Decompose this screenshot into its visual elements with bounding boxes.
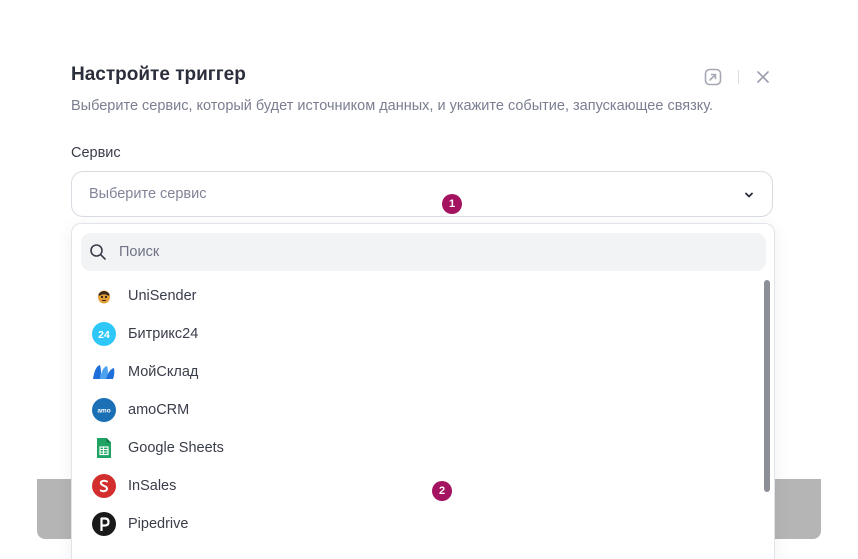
service-dropdown: UniSender 24 Битрикс24: [71, 223, 775, 559]
list-item-label: Битрикс24: [128, 326, 199, 342]
svg-text:amo: amo: [97, 408, 110, 415]
list-item-insales[interactable]: InSales: [72, 467, 762, 505]
amocrm-logo-icon: amo: [92, 398, 116, 422]
svg-text:24: 24: [98, 329, 110, 341]
search-icon: [90, 244, 106, 260]
modal-subtitle: Выберите сервис, который будет источнико…: [71, 98, 714, 114]
open-in-new-button[interactable]: [702, 66, 724, 88]
header-divider: [738, 70, 739, 84]
dropdown-scrollbar[interactable]: [764, 280, 770, 492]
step-marker-1: 1: [442, 194, 462, 214]
chevron-down-icon: [745, 192, 753, 198]
step-marker-2: 2: [432, 481, 452, 501]
close-icon: [757, 71, 769, 83]
list-item-moysklad[interactable]: МойСклад: [72, 353, 762, 391]
open-in-new-icon: [704, 68, 722, 86]
close-button[interactable]: [752, 66, 774, 88]
google-sheets-logo-icon: [92, 436, 116, 460]
list-item-label: InSales: [128, 478, 177, 494]
list-item-label: Pipedrive: [128, 516, 189, 532]
list-item-google-sheets[interactable]: Google Sheets: [72, 429, 762, 467]
list-item-pipedrive[interactable]: Pipedrive: [72, 505, 762, 543]
search-input[interactable]: [119, 233, 749, 271]
list-item-label: МойСклад: [128, 364, 199, 380]
service-field-label: Сервис: [71, 145, 121, 161]
list-item-label: UniSender: [128, 288, 197, 304]
list-item-label: amoCRM: [128, 402, 190, 418]
bitrix24-logo-icon: 24: [92, 322, 116, 346]
screen: Настройте триггер Выберите сервис, котор…: [0, 0, 858, 559]
list-item-unisender[interactable]: UniSender: [72, 277, 762, 315]
service-list: UniSender 24 Битрикс24 МойСклад amo amoC…: [72, 277, 762, 543]
list-item-bitrix24[interactable]: 24 Битрикс24: [72, 315, 762, 353]
search-box[interactable]: [81, 233, 766, 271]
pipedrive-logo-icon: [92, 512, 116, 536]
service-select[interactable]: Выберите сервис: [71, 171, 773, 217]
moysklad-logo-icon: [92, 360, 116, 384]
insales-logo-icon: [92, 474, 116, 498]
list-item-label: Google Sheets: [128, 440, 224, 456]
modal-title: Настройте триггер: [71, 64, 246, 85]
list-item-amocrm[interactable]: amo amoCRM: [72, 391, 762, 429]
service-select-placeholder: Выберите сервис: [89, 186, 207, 202]
unisender-logo-icon: [92, 284, 116, 308]
